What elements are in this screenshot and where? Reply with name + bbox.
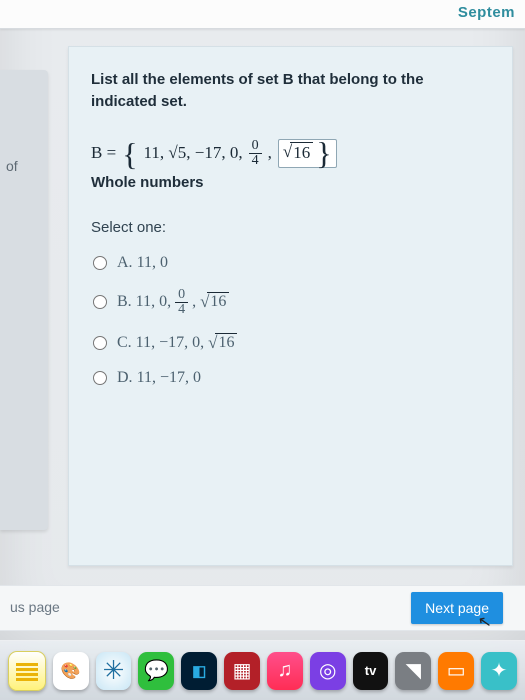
option-c-radio[interactable] — [93, 336, 107, 350]
app-icon[interactable]: ◥ — [395, 652, 431, 690]
options-group: A. 11, 0 B. 11, 0, 0 4 , √16 — [91, 246, 490, 395]
app-icon[interactable]: ◧ — [181, 652, 217, 690]
sqrt-icon: √16 — [283, 142, 313, 163]
option-a[interactable]: A. 11, 0 — [91, 246, 490, 280]
podcasts-icon[interactable]: ◎ — [310, 652, 346, 690]
question-card: List all the elements of set B that belo… — [68, 46, 513, 566]
browser-chrome: Septem — [0, 0, 525, 29]
app-icon[interactable]: 🎨 — [53, 652, 89, 690]
sqrt-icon: √16 — [200, 292, 229, 312]
fraction-denominator: 4 — [249, 154, 262, 168]
macos-dock: 🎨 ✳ 💬 ◧ ▦ ♫ ◎ tv ◥ ▭ ✦ — [0, 640, 525, 700]
option-d[interactable]: D. 11, −17, 0 — [91, 361, 490, 395]
quiz-nav-bar: us page Next page — [0, 585, 525, 631]
app-icon[interactable]: ✦ — [481, 652, 517, 690]
question-prompt: List all the elements of set B that belo… — [91, 69, 490, 113]
notes-app-icon[interactable] — [8, 651, 46, 691]
books-icon[interactable]: ▭ — [438, 652, 474, 690]
highlighted-element: √16 } — [278, 139, 337, 168]
sqrt-icon: √16 — [208, 333, 237, 353]
fraction-numerator: 0 — [249, 139, 262, 154]
option-text: 11, −17, 0, — [136, 334, 204, 352]
subset-label: Whole numbers — [91, 174, 490, 191]
apple-tv-icon[interactable]: tv — [353, 652, 389, 690]
option-b[interactable]: B. 11, 0, 0 4 , √16 — [91, 280, 490, 325]
option-text: 11, 0, — [136, 293, 171, 311]
set-label: B = — [91, 143, 116, 163]
quiz-sidebar: of — [0, 70, 48, 530]
option-letter: C. — [117, 334, 132, 352]
option-letter: A. — [117, 254, 133, 272]
set-elements-prefix: 11, √5, −17, 0, — [144, 143, 243, 163]
select-one-label: Select one: — [91, 219, 490, 236]
cursor-icon: ↖ — [476, 611, 493, 633]
option-d-radio[interactable] — [93, 371, 107, 385]
set-definition: B = { 11, √5, −17, 0, 0 4 , √16 } — [91, 139, 490, 168]
option-text: 11, 0 — [137, 254, 168, 272]
fraction: 0 4 — [249, 139, 262, 168]
screen: Septem of List all the elements of set B… — [0, 0, 525, 700]
messages-icon[interactable]: 💬 — [138, 652, 174, 690]
sidebar-fragment: of — [6, 158, 18, 174]
option-c[interactable]: C. 11, −17, 0, √16 — [91, 325, 490, 361]
option-a-radio[interactable] — [93, 256, 107, 270]
comma: , — [268, 143, 272, 163]
previous-page-button[interactable]: us page — [0, 593, 70, 621]
option-text: 11, −17, 0 — [137, 369, 201, 387]
option-letter: D. — [117, 369, 133, 387]
app-icon[interactable]: ▦ — [224, 652, 260, 690]
date-fragment: Septem — [458, 4, 515, 21]
fraction: 0 4 — [175, 288, 188, 317]
music-icon[interactable]: ♫ — [267, 652, 303, 690]
option-b-radio[interactable] — [93, 295, 107, 309]
safari-icon[interactable]: ✳ — [96, 652, 132, 690]
option-letter: B. — [117, 293, 132, 311]
